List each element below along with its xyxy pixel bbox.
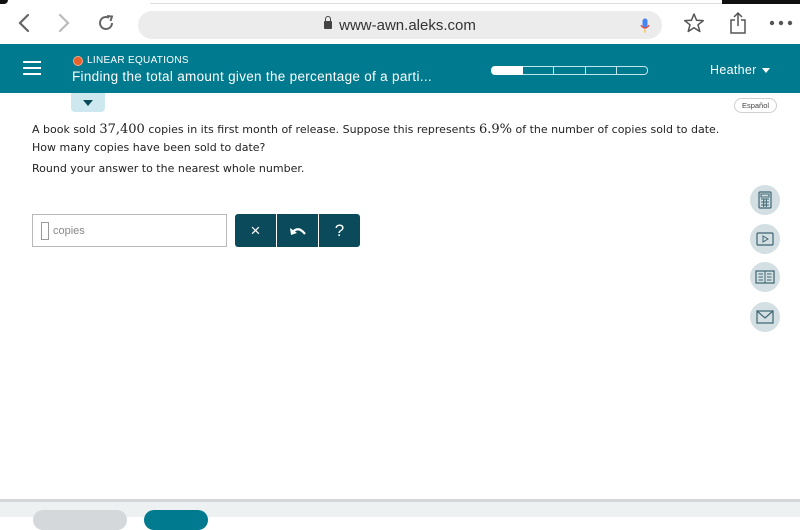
undo-icon	[289, 227, 306, 235]
progress-segment-filled	[491, 66, 524, 75]
question-icon: ?	[334, 220, 345, 240]
book-icon	[755, 270, 775, 284]
address-bar[interactable]: www-awn.aleks.com	[138, 11, 662, 39]
percent-value: 6.9%	[478, 122, 512, 137]
topic-status-dot	[73, 56, 83, 66]
problem-question: How many copies have been sold to date?	[32, 140, 266, 154]
microphone-icon[interactable]	[640, 16, 650, 36]
caret-down-icon	[83, 99, 93, 106]
progress-bar	[491, 66, 649, 75]
problem-text: of the number of copies sold to date.	[511, 123, 720, 136]
tabstrip-edge	[0, 0, 8, 4]
share-button[interactable]	[726, 10, 750, 36]
problem-text: copies in its first month of release. Su…	[144, 123, 479, 136]
clear-button[interactable]: ×	[235, 214, 277, 247]
help-button[interactable]: ?	[319, 214, 360, 247]
menu-icon[interactable]	[23, 61, 41, 75]
chevron-right-icon	[58, 13, 70, 33]
topic-label: LINEAR EQUATIONS	[87, 55, 189, 66]
url-text: www-awn.aleks.com	[339, 17, 476, 34]
video-button[interactable]	[750, 224, 780, 254]
more-button[interactable]	[768, 10, 794, 36]
problem-statement: A book sold 37,400 copies in its first m…	[32, 121, 732, 156]
mail-icon	[756, 310, 774, 324]
progress-segment	[523, 66, 555, 75]
answer-input[interactable]: copies	[32, 214, 227, 247]
rounding-instruction: Round your answer to the nearest whole n…	[32, 162, 305, 175]
ebook-button[interactable]	[750, 262, 780, 292]
copies-number: 37,400	[99, 122, 145, 137]
tabstrip	[150, 0, 800, 4]
user-menu[interactable]: Heather	[710, 63, 770, 77]
more-icon	[769, 20, 793, 26]
star-icon	[683, 13, 705, 33]
bookmark-button[interactable]	[682, 10, 706, 36]
user-name: Heather	[710, 63, 757, 77]
progress-segment	[616, 66, 649, 75]
footer-secondary-button[interactable]	[33, 510, 127, 530]
calculator-button[interactable]	[750, 185, 780, 215]
app-header: LINEAR EQUATIONS Finding the total amoun…	[0, 44, 800, 93]
url-display: www-awn.aleks.com	[138, 16, 662, 34]
problem-text: A book sold	[32, 123, 100, 136]
calculator-icon	[758, 191, 772, 209]
reload-button[interactable]	[94, 10, 118, 36]
share-icon	[730, 11, 746, 34]
tabstrip-edge-right	[722, 0, 800, 4]
undo-button[interactable]	[277, 214, 319, 247]
forward-button[interactable]	[52, 10, 76, 36]
answer-entry-slot[interactable]	[41, 222, 49, 240]
answer-unit-label: copies	[53, 225, 85, 237]
back-button[interactable]	[12, 10, 36, 36]
video-icon	[756, 232, 774, 246]
progress-segment	[585, 66, 617, 75]
lock-icon	[324, 16, 333, 29]
lesson-title: Finding the total amount given the perce…	[72, 69, 432, 84]
caret-down-icon	[761, 68, 770, 74]
footer-primary-button[interactable]	[144, 510, 208, 530]
progress-segment	[554, 66, 586, 75]
close-icon: ×	[250, 220, 261, 240]
message-button[interactable]	[750, 302, 780, 332]
expand-header-toggle[interactable]	[71, 93, 105, 112]
browser-toolbar: www-awn.aleks.com	[0, 0, 800, 44]
answer-tools: × ?	[235, 214, 360, 247]
reload-icon	[99, 15, 114, 30]
chevron-left-icon	[18, 13, 30, 33]
language-toggle-button[interactable]: Español	[734, 98, 777, 113]
